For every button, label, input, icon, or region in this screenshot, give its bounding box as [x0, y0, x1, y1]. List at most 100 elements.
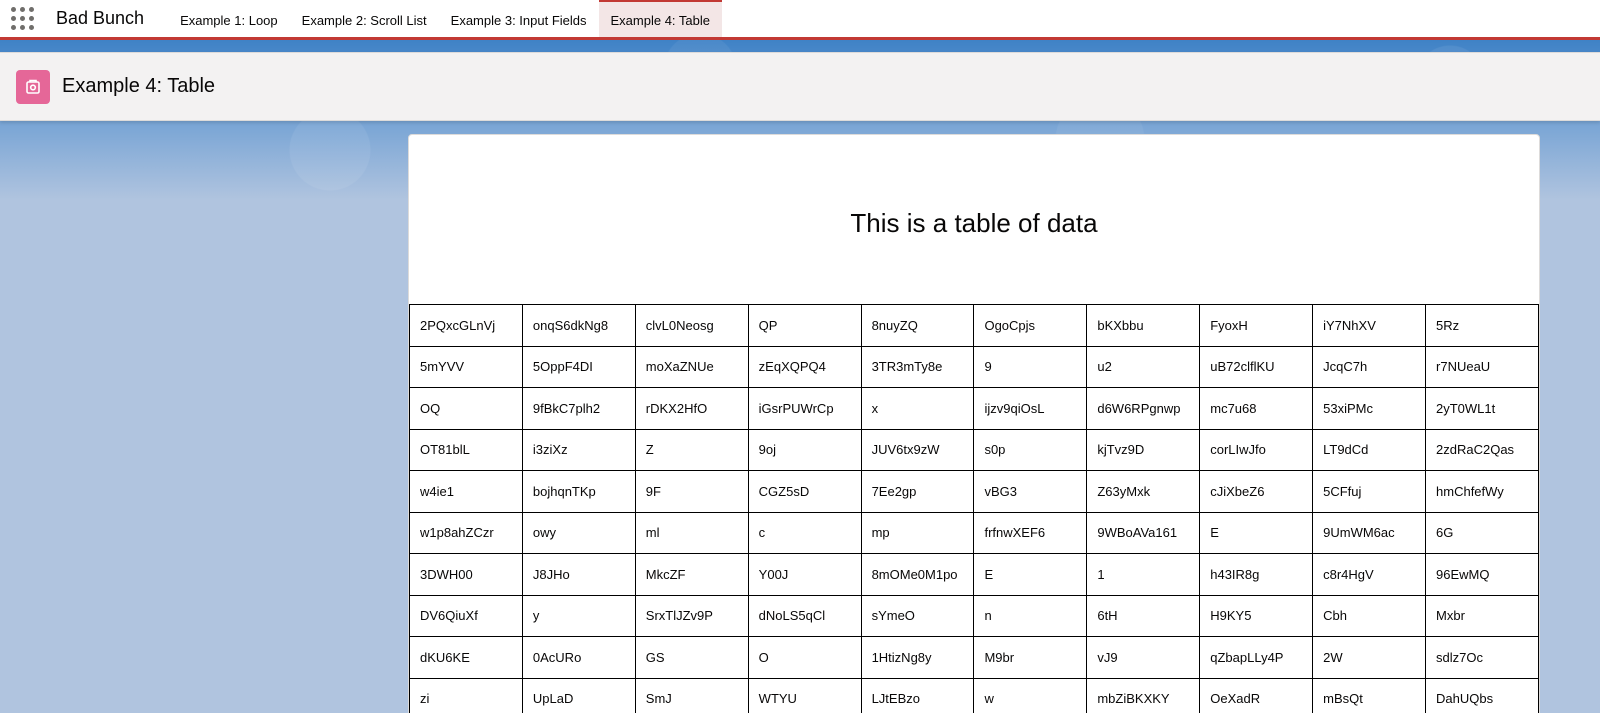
- table-cell: 8mOMe0M1po: [860, 553, 975, 596]
- table-cell: 3DWH00: [409, 553, 523, 596]
- content-card: This is a table of data 2PQxcGLnVj onqS6d…: [408, 134, 1540, 713]
- table-cell: GS: [634, 636, 749, 679]
- app-name: Bad Bunch: [56, 8, 145, 28]
- table-cell: d6W6RPgnwp: [1086, 387, 1201, 430]
- table-cell: moXaZNUe: [634, 345, 749, 388]
- table-cell: 2W: [1312, 636, 1427, 679]
- table-cell: bojhqnTKp: [521, 470, 636, 513]
- table-cell: DV6QiuXf: [409, 594, 523, 637]
- table-cell: mp: [860, 511, 975, 554]
- table-cell: zi: [409, 677, 523, 713]
- table-cell: QP: [747, 304, 862, 347]
- table-cell: 1HtizNg8y: [860, 636, 975, 679]
- table-cell: 0AcURo: [521, 636, 636, 679]
- nav-tab-example-4[interactable]: Example 4: Table: [598, 0, 723, 37]
- table-cell: MkcZF: [634, 553, 749, 596]
- nav-tab-example-3[interactable]: Example 3: Input Fields: [439, 0, 599, 37]
- table-cell: 5mYVV: [409, 345, 523, 388]
- table-row: DV6QiuXf y SrxTlJZv9P dNoLS5qCl sYmeO n 6tH H9K…: [409, 594, 1539, 637]
- table-cell: onqS6dkNg8: [521, 304, 636, 347]
- table-cell: J8JHo: [521, 553, 636, 596]
- table-row: zi UpLaD SmJ WTYU LJtEBzo w mbZiBKXKY OeXadR mBs…: [409, 677, 1539, 713]
- table-cell: UpLaD: [521, 677, 636, 713]
- table-cell: kjTvz9D: [1086, 428, 1201, 471]
- table-cell: frfnwXEF6: [973, 511, 1088, 554]
- table-cell: cJiXbeZ6: [1199, 470, 1314, 513]
- table-cell: hmChfefWy: [1425, 470, 1539, 513]
- table-cell: LJtEBzo: [860, 677, 975, 713]
- table-cell: uB72clflKU: [1199, 345, 1314, 388]
- table-cell: n: [973, 594, 1088, 637]
- table-cell: mc7u68: [1199, 387, 1314, 430]
- table-cell: DahUQbs: [1425, 677, 1539, 713]
- table-cell: Z63yMxk: [1086, 470, 1201, 513]
- table-cell: M9br: [973, 636, 1088, 679]
- table-cell: h43IR8g: [1199, 553, 1314, 596]
- table-cell: sdlz7Oc: [1425, 636, 1539, 679]
- table-cell: dKU6KE: [409, 636, 523, 679]
- table-cell: CGZ5sD: [747, 470, 862, 513]
- table-cell: FyoxH: [1199, 304, 1314, 347]
- table-cell: 9WBoAVa161: [1086, 511, 1201, 554]
- table-cell: bKXbbu: [1086, 304, 1201, 347]
- table-cell: 9UmWM6ac: [1312, 511, 1427, 554]
- table-cell: OQ: [409, 387, 523, 430]
- table-cell: 1: [1086, 553, 1201, 596]
- table-cell: sYmeO: [860, 594, 975, 637]
- table-cell: ml: [634, 511, 749, 554]
- table-cell: LT9dCd: [1312, 428, 1427, 471]
- table-cell: u2: [1086, 345, 1201, 388]
- lightning-page-icon: [16, 69, 50, 104]
- table-cell: iGsrPUWrCp: [747, 387, 862, 430]
- table-cell: WTYU: [747, 677, 862, 713]
- table-cell: Y00J: [747, 553, 862, 596]
- data-table: 2PQxcGLnVj onqS6dkNg8 clvL0Neosg QP 8nuyZQ Og…: [409, 304, 1539, 713]
- table-row: w4ie1 bojhqnTKp 9F CGZ5sD 7Ee2gp vBG3 Z63yMxk c…: [409, 470, 1539, 513]
- table-row: 5mYVV 5OppF4DI moXaZNUe zEqXQPQ4 3TR3mTy8e 9 u…: [409, 345, 1539, 388]
- table-cell: SmJ: [634, 677, 749, 713]
- table-cell: zEqXQPQ4: [747, 345, 862, 388]
- table-cell: r7NUeaU: [1425, 345, 1539, 388]
- table-cell: 53xiPMc: [1312, 387, 1427, 430]
- table-cell: qZbapLLy4P: [1199, 636, 1314, 679]
- table-cell: w: [973, 677, 1088, 713]
- table-cell: y: [521, 594, 636, 637]
- table-cell: vBG3: [973, 470, 1088, 513]
- table-cell: rDKX2HfO: [634, 387, 749, 430]
- table-cell: 9: [973, 345, 1088, 388]
- global-navigation-bar: Bad Bunch Example 1: Loop Example 2: Scr…: [0, 0, 1600, 40]
- table-cell: clvL0Neosg: [634, 304, 749, 347]
- app-launcher-button[interactable]: [0, 0, 44, 37]
- table-cell: i3ziXz: [521, 428, 636, 471]
- nav-tabs: Example 1: Loop Example 2: Scroll List E…: [168, 0, 723, 37]
- table-cell: 5CFfuj: [1312, 470, 1427, 513]
- table-cell: OT81blL: [409, 428, 523, 471]
- table-row: w1p8ahZCzr owy ml c mp frfnwXEF6 9WBoAVa161 E 9U…: [409, 511, 1539, 554]
- table-cell: ijzv9qiOsL: [973, 387, 1088, 430]
- nav-tab-example-2[interactable]: Example 2: Scroll List: [290, 0, 439, 37]
- table-cell: H9KY5: [1199, 594, 1314, 637]
- table-cell: w4ie1: [409, 470, 523, 513]
- table-cell: vJ9: [1086, 636, 1201, 679]
- table-cell: 6tH: [1086, 594, 1201, 637]
- table-cell: 3TR3mTy8e: [860, 345, 975, 388]
- table-row: OQ 9fBkC7plh2 rDKX2HfO iGsrPUWrCp x ijzv9qiOs…: [409, 387, 1539, 430]
- nav-tab-example-1[interactable]: Example 1: Loop: [168, 0, 290, 37]
- table-cell: 9oj: [747, 428, 862, 471]
- table-cell: w1p8ahZCzr: [409, 511, 523, 554]
- table-cell: E: [973, 553, 1088, 596]
- table-cell: 5OppF4DI: [521, 345, 636, 388]
- table-cell: iY7NhXV: [1312, 304, 1427, 347]
- table-cell: 96EwMQ: [1425, 553, 1539, 596]
- table-cell: s0p: [973, 428, 1088, 471]
- table-cell: mBsQt: [1312, 677, 1427, 713]
- table-cell: SrxTlJZv9P: [634, 594, 749, 637]
- table-row: dKU6KE 0AcURo GS O 1HtizNg8y M9br vJ9 qZbapLLy4…: [409, 636, 1539, 679]
- table-cell: O: [747, 636, 862, 679]
- table-cell: owy: [521, 511, 636, 554]
- table-cell: 8nuyZQ: [860, 304, 975, 347]
- table-cell: OgoCpjs: [973, 304, 1088, 347]
- table-cell: corLIwJfo: [1199, 428, 1314, 471]
- table-cell: 2PQxcGLnVj: [409, 304, 523, 347]
- table-cell: mbZiBKXKY: [1086, 677, 1201, 713]
